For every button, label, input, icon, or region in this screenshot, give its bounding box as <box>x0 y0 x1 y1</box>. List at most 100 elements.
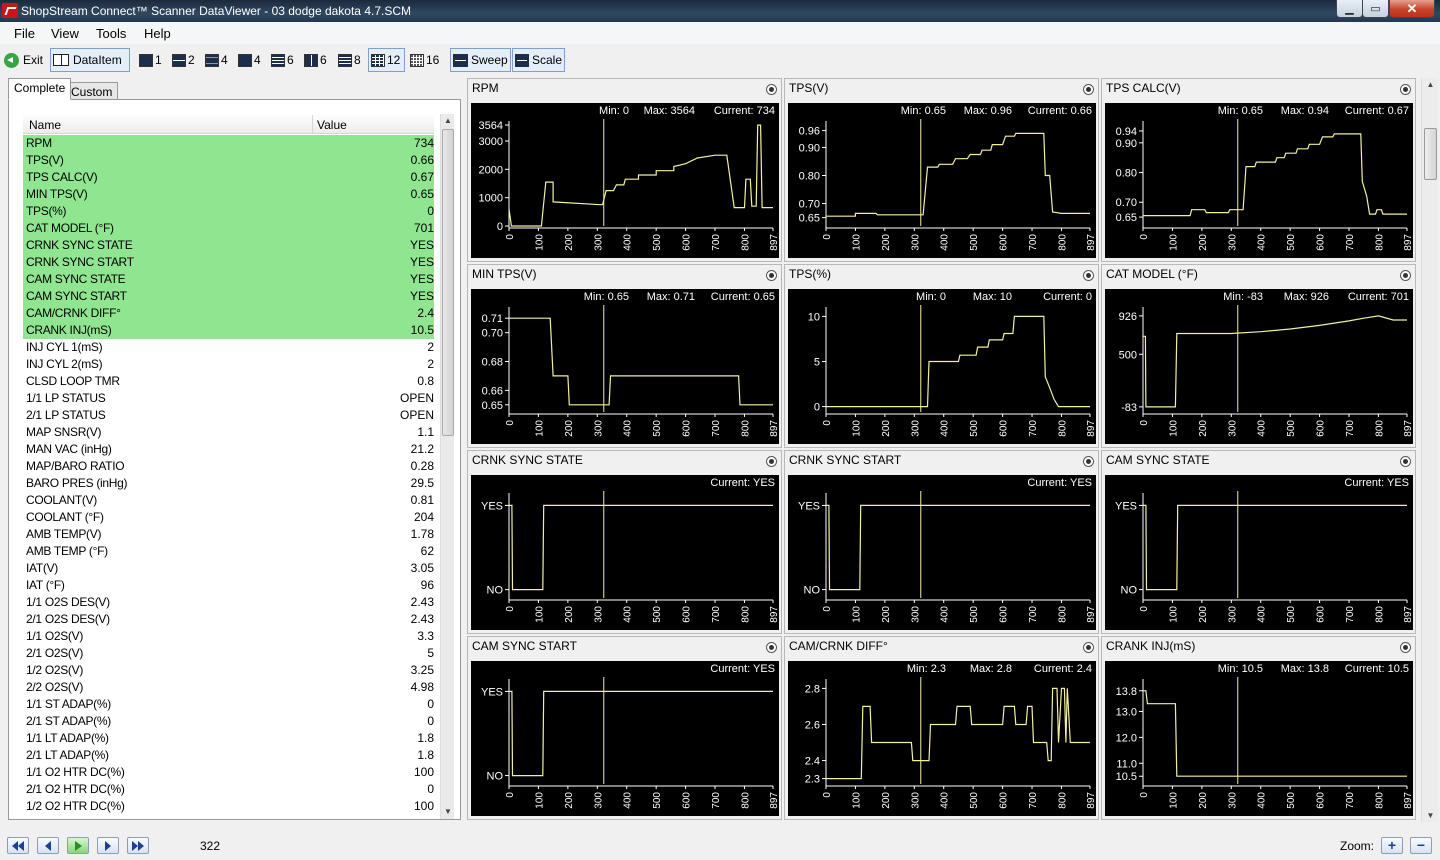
graph-select-radio-icon[interactable] <box>766 84 777 95</box>
scroll-thumb[interactable] <box>442 129 454 436</box>
graph-select-radio-icon[interactable] <box>766 642 777 653</box>
graph-4-button[interactable]: 4 <box>203 48 230 72</box>
zoom-out-button[interactable]: − <box>1410 837 1432 854</box>
list-item[interactable]: 2/2 O2S(V) 4.98 <box>23 679 434 696</box>
graph-select-radio-icon[interactable] <box>1083 456 1094 467</box>
list-item[interactable]: MAN VAC (inHg) 21.2 <box>23 441 434 458</box>
list-item[interactable]: 2/1 O2 HTR DC(%) 0 <box>23 781 434 798</box>
play-button[interactable] <box>67 837 89 854</box>
list-item[interactable]: TPS CALC(V) 0.67 <box>23 169 434 186</box>
sweep-button[interactable]: Sweep <box>450 48 511 72</box>
list-item[interactable]: COOLANT (°F) 204 <box>23 509 434 526</box>
skip-to-start-button[interactable] <box>7 837 29 854</box>
menu-file[interactable]: File <box>14 26 35 41</box>
graph-select-radio-icon[interactable] <box>1083 270 1094 281</box>
graph-panel-cam-sync-state[interactable]: CAM SYNC STATE NO YES 0 100 200 300 400 500 600 70… <box>1101 450 1416 634</box>
graph-panel-crnk-sync-start[interactable]: CRNK SYNC START NO YES 0 100 200 300 400 500 600 7… <box>784 450 1099 634</box>
list-item[interactable]: RPM 734 <box>23 135 434 152</box>
list-item[interactable]: 1/1 O2S DES(V) 2.43 <box>23 594 434 611</box>
graph-panel-cat-model-f[interactable]: CAT MODEL (°F) -83 500 926 0 100 200 300 400 500 6… <box>1101 264 1416 448</box>
list-item[interactable]: INJ CYL 1(mS) 2 <box>23 339 434 356</box>
list-item[interactable]: CAM SYNC STATE YES <box>23 271 434 288</box>
list-item[interactable]: CLSD LOOP TMR 0.8 <box>23 373 434 390</box>
graph-scroll-down-icon[interactable]: ▼ <box>1422 811 1439 820</box>
step-forward-button[interactable] <box>97 837 119 854</box>
list-item[interactable]: CAT MODEL (°F) 701 <box>23 220 434 237</box>
graph-panel-tps[interactable]: TPS(%) 0 5 10 0 100 200 300 400 500 600 700 800 897 Mi… <box>784 264 1099 448</box>
scale-button[interactable]: Scale <box>512 48 565 72</box>
menu-help[interactable]: Help <box>144 26 171 41</box>
column-header-name[interactable]: Name <box>29 118 61 132</box>
graph-16-button[interactable]: 16 <box>408 48 441 72</box>
step-back-button[interactable] <box>37 837 59 854</box>
skip-to-end-button[interactable] <box>127 837 149 854</box>
graph-panel-cam-sync-start[interactable]: CAM SYNC START NO YES 0 100 200 300 400 500 600 70… <box>467 636 782 820</box>
graph-select-radio-icon[interactable] <box>1400 84 1411 95</box>
graph-panel-tps-v[interactable]: TPS(V) 0.65 0.70 0.80 0.90 0.96 0 100 200 300 400 5… <box>784 78 1099 262</box>
graph-6b-button[interactable]: 6 <box>302 48 329 72</box>
list-item[interactable]: AMB TEMP(V) 1.78 <box>23 526 434 543</box>
graph-1-button[interactable]: 1 <box>137 48 164 72</box>
list-item[interactable]: BARO PRES (inHg) 29.5 <box>23 475 434 492</box>
tab-complete[interactable]: Complete <box>8 78 72 100</box>
list-item[interactable]: CRNK SYNC STATE YES <box>23 237 434 254</box>
list-item[interactable]: MIN TPS(V) 0.65 <box>23 186 434 203</box>
list-item[interactable]: 1/2 O2 HTR DC(%) 100 <box>23 798 434 815</box>
column-separator[interactable] <box>312 115 313 133</box>
list-item[interactable]: 1/1 ST ADAP(%) 0 <box>23 696 434 713</box>
graph-panel-crnk-sync-state[interactable]: CRNK SYNC STATE NO YES 0 100 200 300 400 500 600 7… <box>467 450 782 634</box>
graph-scrollbar[interactable]: ▲ ▼ <box>1421 78 1438 822</box>
column-header-value[interactable]: Value <box>317 118 347 132</box>
graph-scroll-thumb[interactable] <box>1424 128 1437 180</box>
menu-view[interactable]: View <box>51 26 79 41</box>
list-item[interactable]: 1/2 O2S(V) 3.25 <box>23 662 434 679</box>
list-item[interactable]: CAM SYNC START YES <box>23 288 434 305</box>
list-item[interactable]: COOLANT(V) 0.81 <box>23 492 434 509</box>
list-item[interactable]: 2/1 LT ADAP(%) 1.8 <box>23 747 434 764</box>
list-item[interactable]: 1/1 O2 HTR DC(%) 100 <box>23 764 434 781</box>
graph-panel-rpm[interactable]: RPM 0 1000 2000 3000 3564 0 100 200 300 400 500 600 7… <box>467 78 782 262</box>
menu-tools[interactable]: Tools <box>96 26 126 41</box>
list-item[interactable]: MAP/BARO RATIO 0.28 <box>23 458 434 475</box>
graph-6-button[interactable]: 6 <box>269 48 296 72</box>
graph-panel-tps-calc-v[interactable]: TPS CALC(V) 0.65 0.70 0.80 0.90 0.94 0 100 200 30… <box>1101 78 1416 262</box>
graph-8-button[interactable]: 8 <box>336 48 363 72</box>
list-item[interactable]: IAT (°F) 96 <box>23 577 434 594</box>
list-item[interactable]: 1/1 O2S(V) 3.3 <box>23 628 434 645</box>
graph-select-radio-icon[interactable] <box>1400 270 1411 281</box>
list-item[interactable]: 2/1 LP STATUS OPEN <box>23 407 434 424</box>
list-item[interactable]: TPS(V) 0.66 <box>23 152 434 169</box>
graph-select-radio-icon[interactable] <box>1083 84 1094 95</box>
list-item[interactable]: CRNK SYNC START YES <box>23 254 434 271</box>
list-item[interactable]: 1/1 LT ADAP(%) 1.8 <box>23 730 434 747</box>
minimize-button[interactable]: ▁ <box>1336 0 1363 18</box>
graph-select-radio-icon[interactable] <box>766 456 777 467</box>
list-item[interactable]: TPS(%) 0 <box>23 203 434 220</box>
graph-2-button[interactable]: 2 <box>170 48 197 72</box>
list-item[interactable]: CRANK INJ(mS) 10.5 <box>23 322 434 339</box>
maximize-button[interactable]: ▭ <box>1362 0 1389 18</box>
graph-select-radio-icon[interactable] <box>1400 642 1411 653</box>
list-item[interactable]: 2/1 ST ADAP(%) 0 <box>23 713 434 730</box>
close-button[interactable]: ✕ <box>1389 0 1435 18</box>
graph-select-radio-icon[interactable] <box>1400 456 1411 467</box>
graph-select-radio-icon[interactable] <box>766 270 777 281</box>
list-item[interactable]: INJ CYL 2(mS) 2 <box>23 356 434 373</box>
graph-select-radio-icon[interactable] <box>1083 642 1094 653</box>
list-item[interactable]: 2/1 O2S(V) 5 <box>23 645 434 662</box>
zoom-in-button[interactable]: + <box>1381 837 1403 854</box>
graph-12-button[interactable]: 12 <box>368 48 405 72</box>
scroll-up-icon[interactable]: ▲ <box>441 114 455 128</box>
list-item[interactable]: AMB TEMP (°F) 62 <box>23 543 434 560</box>
graph-4b-button[interactable]: 4 <box>236 48 263 72</box>
list-item[interactable]: IAT(V) 3.05 <box>23 560 434 577</box>
scroll-down-icon[interactable]: ▼ <box>441 805 455 819</box>
graph-scroll-up-icon[interactable]: ▲ <box>1422 80 1439 89</box>
graph-panel-min-tps-v[interactable]: MIN TPS(V) 0.65 0.66 0.68 0.70 0.71 0 100 200 300… <box>467 264 782 448</box>
list-item[interactable]: 2/1 O2S DES(V) 2.43 <box>23 611 434 628</box>
list-scrollbar[interactable]: ▲ ▼ <box>440 114 454 819</box>
graph-panel-crank-inj-ms[interactable]: CRANK INJ(mS) 10.5 11.0 12.0 13.0 13.8 0 100 200… <box>1101 636 1416 820</box>
tab-custom[interactable]: Custom <box>65 82 119 100</box>
exit-button[interactable]: Exit <box>2 48 45 72</box>
dataitem-button[interactable]: DataItem <box>50 48 130 72</box>
